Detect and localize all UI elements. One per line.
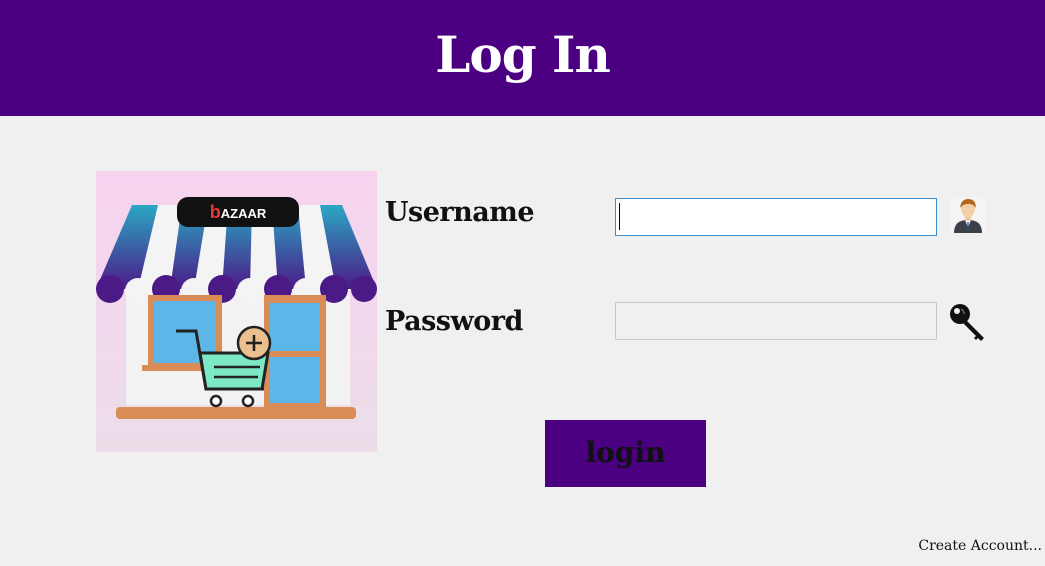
user-avatar-icon — [950, 197, 986, 233]
key-icon — [950, 304, 984, 341]
password-field[interactable] — [615, 302, 937, 340]
username-label: Username — [385, 197, 535, 228]
username-field[interactable] — [615, 198, 937, 236]
login-button[interactable]: login — [545, 420, 706, 487]
header-bar: Log In — [0, 0, 1045, 116]
text-caret — [619, 203, 620, 230]
store-logo: bAZAAR — [96, 171, 377, 452]
page-title: Log In — [435, 24, 611, 84]
create-account-link[interactable]: Create Account... — [918, 538, 1042, 554]
password-label: Password — [385, 306, 523, 337]
